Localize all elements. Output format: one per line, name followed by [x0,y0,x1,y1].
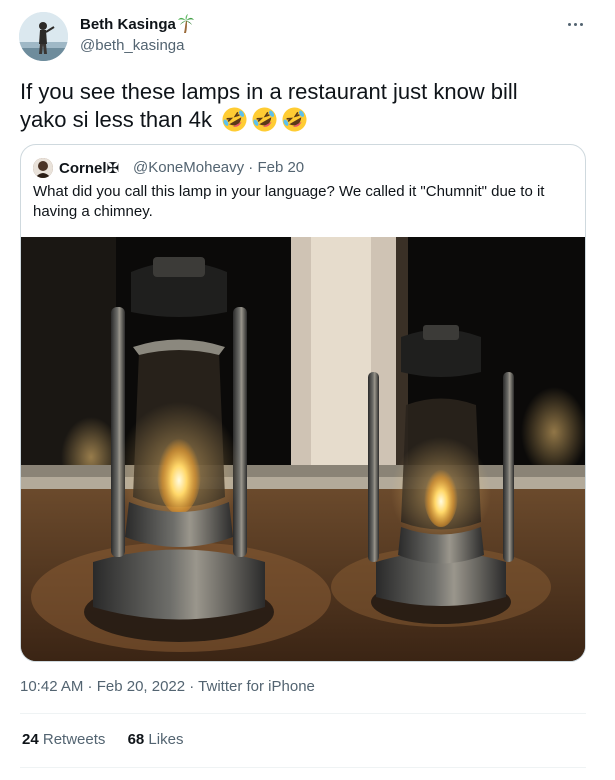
tweet-stats: 24 Retweets 68 Likes [22,731,201,748]
likes-count: 68 [127,731,145,748]
quoted-tweet-photo[interactable] [21,237,586,662]
tweet-card: Beth Kasinga @beth_kasinga If you see th… [0,0,615,780]
quoted-author-name[interactable]: Cornel✠ [59,159,119,177]
quoted-author-avatar[interactable] [33,158,53,178]
quoted-author-handle[interactable]: @KoneMoheavy · Feb 20 [133,159,304,176]
likes-label: Likes [148,731,184,748]
author-name[interactable]: Beth Kasinga [80,16,176,33]
divider [20,713,586,714]
retweets-stat[interactable]: 24 Retweets [22,731,105,748]
quoted-tweet[interactable]: Cornel✠ @KoneMoheavy · Feb 20 What did y… [20,144,586,662]
quoted-tweet-text: What did you call this lamp in your lang… [33,183,545,220]
tweet-body: If you see these lamps in a restaurant j… [20,78,540,134]
retweets-count: 24 [22,731,39,748]
author-avatar[interactable] [19,12,68,61]
more-dot [573,22,577,26]
retweets-label: Retweets [42,731,106,748]
palm-tree-icon [178,14,194,33]
more-options-button[interactable] [560,12,590,36]
author-handle[interactable]: @beth_kasinga [80,37,184,54]
more-dots-icon [567,22,571,26]
rolling-laughing-emoji-icon [222,107,247,132]
rolling-laughing-emoji-icon [252,107,277,132]
rolling-laughing-emoji-icon [282,107,307,132]
tweet-timestamp[interactable]: 10:42 AM · Feb 20, 2022 · Twitter for iP… [20,678,315,695]
more-dot [579,22,583,26]
divider [20,767,586,768]
likes-stat[interactable]: 68 Likes [128,731,184,748]
